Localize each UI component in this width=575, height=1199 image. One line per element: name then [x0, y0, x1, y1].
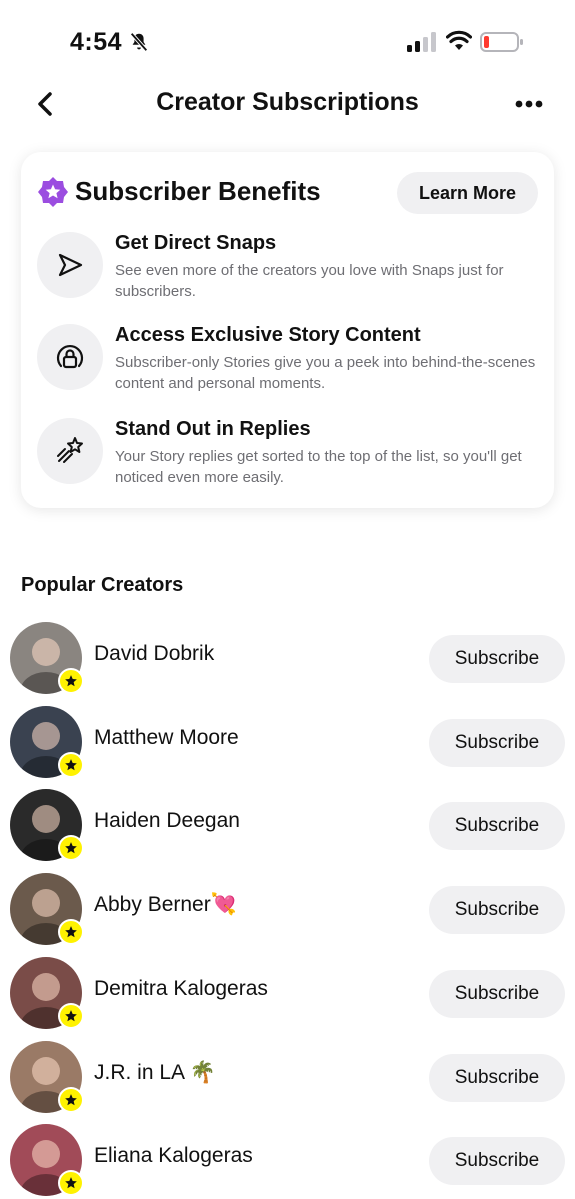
subscribe-button[interactable]: Subscribe: [429, 886, 565, 935]
avatar-wrap: [10, 956, 84, 1031]
subscribe-button[interactable]: Subscribe: [429, 1053, 565, 1102]
subscribe-button[interactable]: Subscribe: [429, 969, 565, 1018]
benefit-title: Stand Out in Replies: [115, 418, 311, 440]
popular-creators-heading: Popular Creators: [21, 574, 184, 596]
benefit-description: Your Story replies get sorted to the top…: [115, 448, 522, 486]
avatar-wrap: [10, 1124, 84, 1198]
shooting-star-icon: [57, 437, 83, 463]
benefits-title: Subscriber Benefits: [75, 176, 321, 206]
bell-muted-icon: [130, 32, 148, 52]
creator-row[interactable]: Abby Berner💘 Subscribe: [0, 873, 575, 957]
creator-name[interactable]: Eliana Kalogeras: [94, 1144, 253, 1168]
avatar-wrap: [10, 789, 84, 863]
benefit-description: See even more of the creators you love w…: [115, 262, 504, 300]
benefit-direct-snaps: Get Direct Snaps See even more of the cr…: [37, 232, 538, 312]
subscriber-star-icon: [58, 668, 84, 694]
subscriber-star-icon: [58, 1002, 84, 1029]
subscriber-star-icon: [58, 1086, 84, 1113]
creator-name[interactable]: Matthew Moore: [94, 726, 239, 750]
lock-story-icon: [56, 344, 84, 369]
nav-header: Creator Subscriptions: [0, 80, 575, 130]
battery-low-icon: [480, 32, 523, 52]
subscribe-button[interactable]: Subscribe: [429, 1137, 565, 1186]
benefit-title: Get Direct Snaps: [115, 232, 277, 254]
subscriber-star-icon: [58, 1170, 84, 1197]
creator-name[interactable]: Demitra Kalogeras: [94, 977, 268, 1001]
avatar-wrap: [10, 1040, 84, 1115]
star-badge-icon: [38, 177, 68, 207]
status-time: 4:54: [70, 28, 123, 56]
subscriber-star-icon: [58, 919, 84, 946]
subscribe-button[interactable]: Subscribe: [429, 635, 565, 683]
benefit-icon-circle: [37, 418, 103, 484]
benefit-description: Subscriber-only Stories give you a peek …: [115, 354, 536, 392]
benefit-stand-out: Stand Out in Replies Your Story replies …: [37, 418, 538, 498]
subscribe-button[interactable]: Subscribe: [429, 802, 565, 851]
creator-row[interactable]: Haiden Deegan Subscribe: [0, 789, 575, 873]
avatar-wrap: [10, 705, 84, 780]
creator-row[interactable]: J.R. in LA 🌴 Subscribe: [0, 1040, 575, 1125]
creator-name[interactable]: Haiden Deegan: [94, 809, 240, 833]
avatar-wrap: [10, 873, 84, 947]
creator-row[interactable]: Demitra Kalogeras Subscribe: [0, 956, 575, 1041]
status-bar: 4:54: [0, 0, 575, 80]
page-title: Creator Subscriptions: [156, 88, 419, 116]
benefit-icon-circle: [37, 232, 103, 298]
avatar-wrap: [10, 622, 84, 696]
send-arrow-icon: [58, 253, 83, 277]
subscriber-star-icon: [58, 751, 84, 778]
subscriber-benefits-card: Subscriber Benefits Learn More Get Direc…: [21, 152, 554, 508]
learn-more-button[interactable]: Learn More: [396, 172, 538, 214]
creator-name[interactable]: David Dobrik: [94, 642, 214, 666]
benefit-title: Access Exclusive Story Content: [115, 324, 421, 346]
creator-row[interactable]: Eliana Kalogeras Subscribe: [0, 1124, 575, 1199]
wifi-icon: [446, 30, 472, 50]
benefit-icon-circle: [37, 324, 103, 390]
subscribe-button[interactable]: Subscribe: [429, 718, 565, 767]
creator-name[interactable]: J.R. in LA 🌴: [94, 1061, 216, 1085]
creator-row[interactable]: Matthew Moore Subscribe: [0, 705, 575, 790]
cellular-signal-icon: [407, 32, 436, 52]
creator-row[interactable]: David Dobrik Subscribe: [0, 622, 575, 706]
creator-name[interactable]: Abby Berner💘: [94, 893, 237, 917]
benefits-header: Subscriber Benefits Learn More: [37, 172, 538, 216]
benefit-exclusive-stories: Access Exclusive Story Content Subscribe…: [37, 324, 538, 404]
more-options-icon[interactable]: [514, 94, 544, 114]
subscriber-star-icon: [58, 835, 84, 862]
